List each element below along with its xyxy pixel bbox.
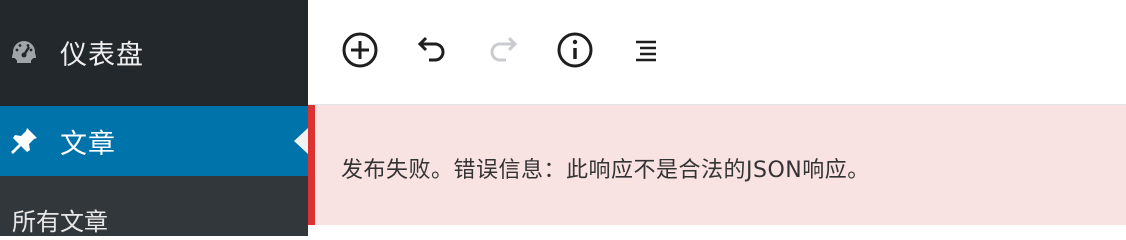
submenu: 所有文章 [0,176,308,236]
current-menu-arrow-icon [294,128,308,154]
sidebar-item-label: 文章 [60,128,116,160]
editor-toolbar [308,0,1126,105]
info-icon[interactable] [555,30,595,70]
redo-icon[interactable] [484,30,524,70]
admin-sidebar: 仪表盘 文章 所有文章 [0,0,308,236]
error-notice-message: 发布失败。错误信息：此响应不是合法的JSON响应。 [341,158,870,183]
sidebar-item-posts[interactable]: 文章 [0,106,308,176]
dashboard-icon [12,41,36,63]
error-notice: 发布失败。错误信息：此响应不是合法的JSON响应。 [308,105,1126,225]
pin-icon [11,128,37,154]
editor-canvas [308,225,1126,236]
add-block-icon[interactable] [340,30,380,70]
sidebar-item-label: 仪表盘 [60,39,144,71]
outline-icon[interactable] [628,30,668,70]
undo-icon[interactable] [411,30,451,70]
sidebar-item-dashboard[interactable]: 仪表盘 [0,22,308,82]
submenu-item-all-posts[interactable]: 所有文章 [12,202,108,237]
